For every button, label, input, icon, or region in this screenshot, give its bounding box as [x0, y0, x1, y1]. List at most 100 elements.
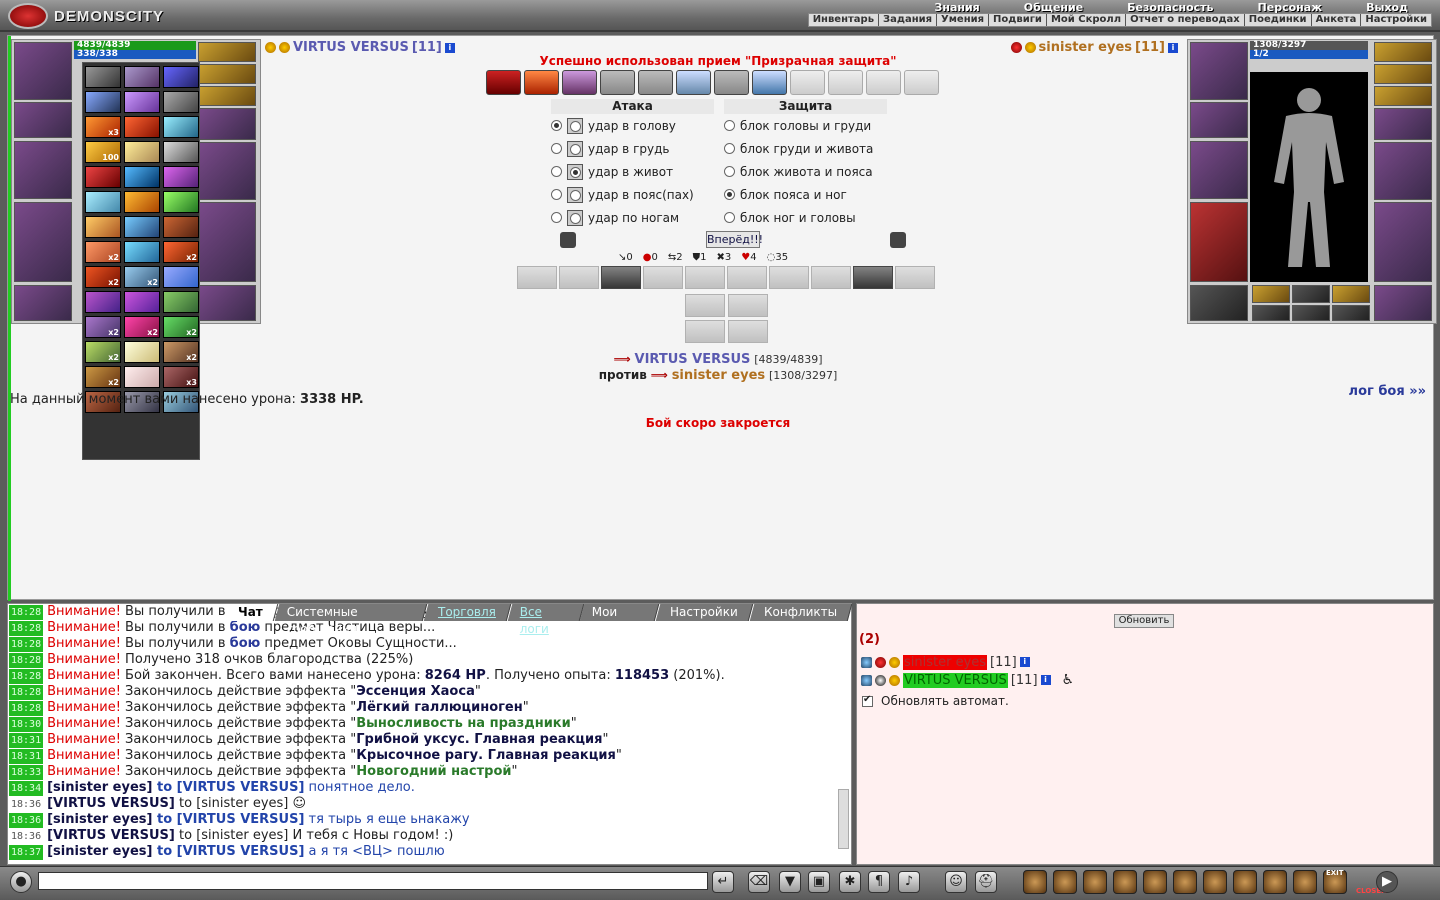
attack-radio[interactable]: [551, 143, 562, 154]
trick-icon[interactable]: [727, 266, 767, 289]
house-icon[interactable]: [1233, 870, 1257, 894]
trick-icon[interactable]: [811, 266, 851, 289]
skill-icon[interactable]: [714, 70, 749, 95]
attack-option-belly[interactable]: удар в живот: [551, 160, 714, 183]
effect-icon[interactable]: x2: [163, 316, 199, 338]
chat-sender[interactable]: [sinister eyes]: [47, 844, 152, 859]
tab-all-logs[interactable]: Все логи: [507, 604, 584, 636]
subnav-achievements[interactable]: Подвиги: [989, 14, 1047, 26]
exit-icon[interactable]: EXIT: [1323, 869, 1347, 894]
subnav-quests[interactable]: Задания: [879, 14, 938, 26]
autorefresh-toggle[interactable]: Обновлять автомат.: [862, 694, 1009, 708]
boots-slot[interactable]: [14, 285, 72, 321]
defense-radio[interactable]: [724, 143, 735, 154]
defense-radio[interactable]: [724, 212, 735, 223]
effect-icon[interactable]: [85, 291, 121, 313]
tab-trade[interactable]: Торговля: [423, 604, 511, 621]
player1-name[interactable]: VIRTUS VERSUS: [293, 40, 409, 55]
opponent-helmet-slot[interactable]: [1190, 42, 1248, 100]
leggings-slot[interactable]: [198, 202, 256, 282]
effect-icon[interactable]: [85, 66, 121, 88]
subnav-my-scroll[interactable]: Мой Скролл: [1047, 14, 1127, 26]
subnav-skills[interactable]: Умения: [937, 14, 990, 26]
effect-icon[interactable]: [124, 241, 160, 263]
attack-radio[interactable]: [551, 189, 562, 200]
effect-icon[interactable]: [124, 166, 160, 188]
double-attack-box[interactable]: [567, 163, 583, 180]
double-attack-box[interactable]: [567, 140, 583, 157]
effect-icon[interactable]: x3: [85, 116, 121, 138]
armor-slot[interactable]: [14, 202, 72, 282]
effect-icon[interactable]: x2: [163, 241, 199, 263]
effect-icon[interactable]: [85, 166, 121, 188]
effect-icon[interactable]: x2: [163, 341, 199, 363]
attack-option-legs[interactable]: удар по ногам: [551, 206, 714, 229]
trick-icon[interactable]: [559, 266, 599, 289]
helmet-slot[interactable]: [14, 42, 72, 100]
effect-icon[interactable]: [163, 141, 199, 163]
subnav-profile[interactable]: Анкета: [1312, 14, 1362, 26]
attack-radio[interactable]: [551, 166, 562, 177]
attack-option-head[interactable]: удар в голову: [551, 114, 714, 137]
opponent-armor-slot[interactable]: [1190, 202, 1248, 282]
tab-my-logs[interactable]: Мои логи: [580, 604, 660, 636]
add-friend-icon[interactable]: ♿: [1062, 672, 1075, 688]
opponent-belt-item[interactable]: [1332, 285, 1370, 303]
effect-icon[interactable]: [163, 216, 199, 238]
effect-icon[interactable]: [124, 66, 160, 88]
skill-icon[interactable]: [638, 70, 673, 95]
opponent-empty-slot[interactable]: [1252, 305, 1290, 321]
online-user-name[interactable]: sinister eyes: [903, 654, 988, 670]
trick-icon[interactable]: [685, 320, 725, 343]
boots-right-slot[interactable]: [198, 285, 256, 321]
trick-icon[interactable]: [685, 266, 725, 289]
chat-sender[interactable]: [sinister eyes]: [47, 812, 152, 827]
player2-info-icon[interactable]: i: [1168, 42, 1178, 53]
subnav-inventory[interactable]: Инвентарь: [809, 14, 880, 26]
online-user-row[interactable]: sinister eyes [11] i: [861, 654, 1030, 670]
chat-menu-icon[interactable]: ●: [10, 871, 32, 893]
effect-icon[interactable]: x2: [85, 341, 121, 363]
chat-sender[interactable]: [VIRTUS VERSUS]: [47, 796, 175, 811]
send-icon[interactable]: ↵: [712, 871, 734, 893]
filter-icon[interactable]: ▼: [779, 871, 801, 893]
effect-icon[interactable]: [124, 191, 160, 213]
effect-icon[interactable]: [85, 191, 121, 213]
weapon-right-slot[interactable]: [198, 142, 256, 200]
helmet-icon[interactable]: ⛑: [975, 871, 997, 893]
bracers-slot[interactable]: [14, 102, 72, 138]
double-attack-box[interactable]: [567, 209, 583, 226]
effect-icon[interactable]: x3: [163, 366, 199, 388]
online-user-row[interactable]: VIRTUS VERSUS [11] i ♿: [861, 672, 1074, 688]
map-icon[interactable]: [1203, 870, 1227, 894]
trick-icon[interactable]: [895, 266, 935, 289]
effect-icon[interactable]: x2: [85, 241, 121, 263]
defense-option-head-chest[interactable]: блок головы и груди: [724, 114, 887, 137]
trick-icon[interactable]: [643, 266, 683, 289]
effect-icon[interactable]: [124, 216, 160, 238]
save-icon[interactable]: ▣: [808, 871, 830, 893]
tab-system-messages[interactable]: Системные сообщения: [274, 604, 428, 636]
attack-option-chest[interactable]: удар в грудь: [551, 137, 714, 160]
double-attack-box[interactable]: [567, 117, 583, 134]
battle-link[interactable]: бою: [230, 636, 261, 651]
opponent-weapon-right-slot[interactable]: [1374, 142, 1432, 200]
effect-icon[interactable]: [163, 166, 199, 188]
gift-icon[interactable]: [1263, 870, 1287, 894]
empty-skill-slot[interactable]: [866, 70, 901, 95]
tab-conflicts[interactable]: Конфликты: [749, 604, 853, 621]
subnav-duels[interactable]: Поединки: [1245, 14, 1312, 26]
skill-icon[interactable]: [752, 70, 787, 95]
eraser-icon[interactable]: ⌫: [748, 871, 770, 893]
opponent-leggings-slot[interactable]: [1374, 202, 1432, 282]
effect-icon[interactable]: x2: [85, 266, 121, 288]
smiley-icon[interactable]: ☺: [945, 871, 967, 893]
opponent-bracers-slot[interactable]: [1190, 102, 1248, 138]
opponent-boots-slot[interactable]: [1190, 285, 1248, 321]
effect-icon[interactable]: [163, 266, 199, 288]
autorefresh-checkbox[interactable]: [862, 694, 873, 707]
chat-sender[interactable]: [VIRTUS VERSUS]: [47, 828, 175, 843]
opponent-empty-slot[interactable]: [1292, 305, 1330, 321]
empty-skill-slot[interactable]: [904, 70, 939, 95]
attack-radio[interactable]: [551, 120, 562, 131]
